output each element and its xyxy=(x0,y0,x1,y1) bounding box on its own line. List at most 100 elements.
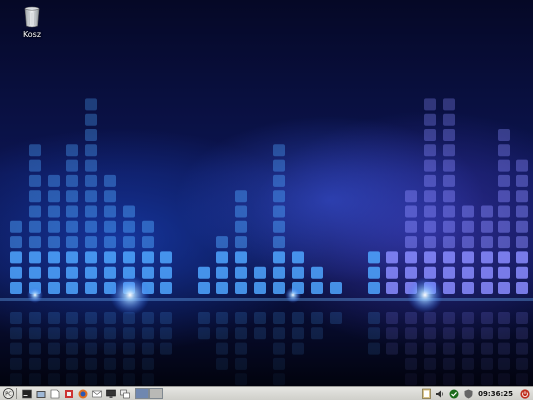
logout-button[interactable] xyxy=(519,388,531,400)
equalizer-cell xyxy=(160,282,172,294)
equalizer-reflection-cell xyxy=(123,373,135,386)
equalizer-cell xyxy=(424,129,436,141)
equalizer-reflection-cell xyxy=(443,327,455,340)
desktop-background[interactable]: Kosz xyxy=(0,0,533,386)
equalizer-cell xyxy=(104,266,116,279)
equalizer-reflection-cell xyxy=(160,342,172,355)
equalizer-reflection-cell xyxy=(48,327,60,340)
equalizer-reflection-cell xyxy=(66,373,78,386)
equalizer-cell xyxy=(386,251,398,264)
equalizer-cell xyxy=(48,190,60,203)
equalizer-cell xyxy=(273,159,285,172)
equalizer-reflection-cell xyxy=(48,357,60,370)
equalizer-cell xyxy=(198,282,210,294)
equalizer-cell xyxy=(424,144,436,157)
file-manager-launcher[interactable] xyxy=(35,388,47,400)
equalizer-reflection-cell xyxy=(85,373,97,386)
equalizer-cell xyxy=(85,282,97,294)
equalizer-reflection-cell xyxy=(481,342,493,355)
equalizer-cell xyxy=(386,266,398,279)
workspace-2[interactable] xyxy=(149,388,163,399)
equalizer-reflection-cell xyxy=(123,342,135,355)
equalizer-cell xyxy=(443,174,455,187)
equalizer-cell xyxy=(368,251,380,264)
network-check-icon xyxy=(449,389,459,398)
security-tray[interactable] xyxy=(462,388,474,400)
equalizer-reflection-cell xyxy=(123,327,135,340)
equalizer-reflection-cell xyxy=(405,357,417,370)
equalizer-cell xyxy=(516,220,528,233)
equalizer-cell xyxy=(66,205,78,218)
equalizer-reflection-cell xyxy=(368,312,380,324)
equalizer-reflection-cell xyxy=(481,327,493,340)
clock[interactable]: 09:36:25 xyxy=(478,390,513,398)
equalizer-reflection-cell xyxy=(498,312,510,324)
equalizer-cell xyxy=(254,282,266,294)
equalizer-cell xyxy=(10,236,22,249)
equalizer-reflection-cell xyxy=(29,373,41,386)
equalizer-reflection-cell xyxy=(216,357,228,370)
light-flare xyxy=(27,287,43,303)
volume-tray[interactable] xyxy=(434,388,446,400)
trash-desktop-icon[interactable]: Kosz xyxy=(14,6,50,39)
equalizer-cell xyxy=(424,205,436,218)
equalizer-cell xyxy=(85,144,97,157)
equalizer-reflection-cell xyxy=(104,373,116,386)
workspace-1[interactable] xyxy=(135,388,149,399)
equalizer-cell xyxy=(48,220,60,233)
equalizer-reflection-cell xyxy=(142,373,154,386)
equalizer-cell xyxy=(481,236,493,249)
clipboard-tray[interactable] xyxy=(420,388,432,400)
equalizer-cell xyxy=(424,174,436,187)
equalizer-cell xyxy=(273,144,285,157)
show-windows-button[interactable] xyxy=(119,388,131,400)
equalizer-cell xyxy=(85,174,97,187)
equalizer-cell xyxy=(424,98,436,111)
equalizer-cell xyxy=(216,282,228,294)
equalizer-reflection-cell xyxy=(443,342,455,355)
equalizer-cell xyxy=(29,144,41,157)
equalizer-cell xyxy=(104,205,116,218)
workspace-pager xyxy=(135,388,163,399)
monitor-launcher[interactable] xyxy=(105,388,117,400)
equalizer-cell xyxy=(10,251,22,264)
equalizer-cell xyxy=(292,266,304,279)
terminal-launcher[interactable] xyxy=(21,388,33,400)
equalizer-cell xyxy=(481,251,493,264)
mail-icon xyxy=(92,390,102,397)
equalizer-cell xyxy=(368,266,380,279)
equalizer-cell xyxy=(29,159,41,172)
equalizer-reflection-cell xyxy=(85,327,97,340)
equalizer-cell xyxy=(498,266,510,279)
equalizer-reflection-cell xyxy=(235,357,247,370)
network-tray[interactable] xyxy=(448,388,460,400)
equalizer-cell xyxy=(29,236,41,249)
browser-launcher[interactable] xyxy=(77,388,89,400)
equalizer-cell xyxy=(462,236,474,249)
equalizer-cell xyxy=(481,220,493,233)
equalizer-cell xyxy=(498,205,510,218)
equalizer-cell xyxy=(104,220,116,233)
text-editor-launcher[interactable] xyxy=(49,388,61,400)
equalizer-reflection-cell xyxy=(498,373,510,386)
equalizer-reflection-cell xyxy=(142,357,154,370)
start-menu-button[interactable]: PC xyxy=(2,388,14,400)
equalizer-reflection-cell xyxy=(66,357,78,370)
equalizer-reflection-cell xyxy=(10,327,22,340)
equalizer-cell xyxy=(405,251,417,264)
equalizer-cell xyxy=(273,174,285,187)
equalizer-cell xyxy=(216,251,228,264)
equalizer-reflection-cell xyxy=(216,312,228,324)
equalizer-cell xyxy=(498,190,510,203)
equalizer-cell xyxy=(48,282,60,294)
clipboard-icon xyxy=(421,388,431,399)
trash-can-icon xyxy=(24,6,40,28)
equalizer-reflection-cell xyxy=(29,327,41,340)
equalizer-cell xyxy=(273,220,285,233)
settings-launcher[interactable] xyxy=(63,388,75,400)
mail-launcher[interactable] xyxy=(91,388,103,400)
equalizer-cell xyxy=(10,220,22,233)
equalizer-reflection-cell xyxy=(405,327,417,340)
equalizer-cell xyxy=(405,266,417,279)
equalizer-reflection-cell xyxy=(405,373,417,386)
